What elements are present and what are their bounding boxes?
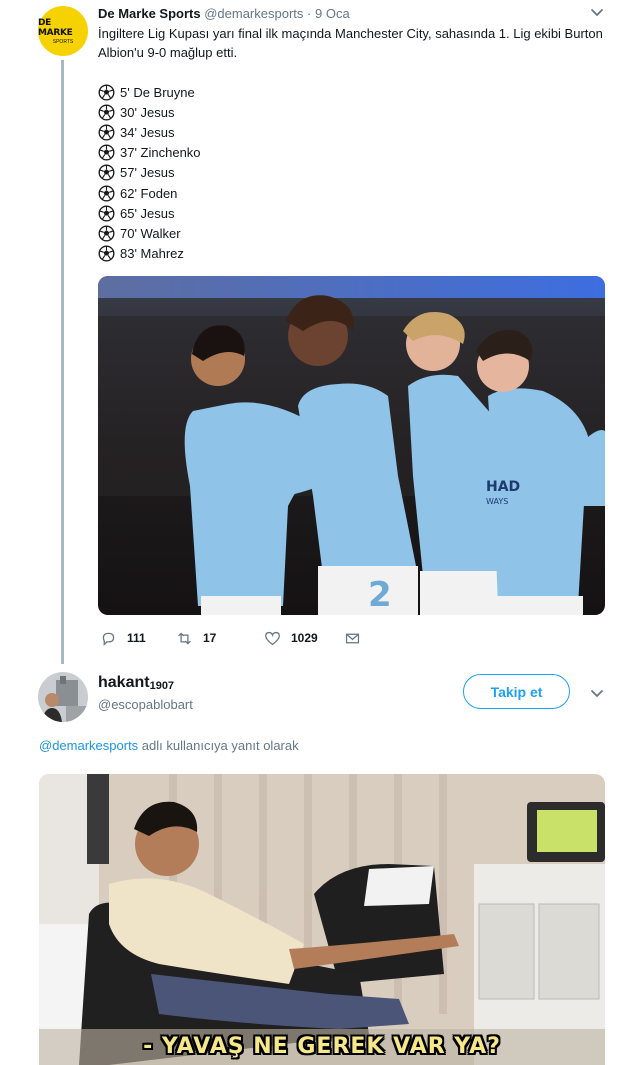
retweet-action[interactable]: 17	[176, 630, 264, 647]
tweet: DE MARKE SPORTS De Marke Sports @demarke…	[0, 0, 635, 664]
heart-icon	[265, 631, 280, 645]
goal-item: 70' Walker	[98, 223, 201, 243]
soccer-ball-icon	[98, 205, 115, 222]
header-separator: ·	[307, 6, 312, 21]
like-action[interactable]: 1029	[264, 630, 344, 647]
soccer-ball-icon	[98, 84, 115, 101]
author-avatar[interactable]: DE MARKE SPORTS	[38, 6, 88, 56]
goal-text: 65' Jesus	[120, 205, 175, 221]
jersey-sponsor-text: HAD	[486, 479, 520, 495]
soccer-ball-icon	[98, 245, 115, 262]
tweet-date[interactable]: 9 Oca	[315, 6, 350, 21]
chevron-down-icon[interactable]	[590, 8, 604, 18]
goal-item: 83' Mahrez	[98, 244, 201, 264]
goal-item: 65' Jesus	[98, 203, 201, 223]
goal-text: 30' Jesus	[120, 104, 175, 120]
reply-author-name[interactable]: hakant1907	[98, 674, 174, 692]
reply-author-handle[interactable]: @escopablobart	[98, 697, 193, 712]
message-action[interactable]	[344, 630, 371, 647]
thread-connector-line	[61, 60, 64, 664]
goal-text: 57' Jesus	[120, 165, 175, 181]
soccer-ball-icon	[98, 124, 115, 141]
goal-list: 5' De Bruyne 30' Jesus 34' Jesus 37' Zinche…	[98, 82, 201, 264]
follow-button[interactable]: Takip et	[463, 674, 570, 709]
barber-shop-meme-image	[39, 774, 605, 1065]
goal-item: 57' Jesus	[98, 163, 201, 183]
goal-text: 62' Foden	[120, 185, 178, 201]
replying-to-text: adlı kullanıcıya yanıt olarak	[138, 738, 299, 753]
goal-text: 70' Walker	[120, 225, 181, 241]
goal-text: 37' Zinchenko	[120, 145, 201, 161]
meme-caption: - YAVAŞ NE GEREK VAR YA?	[143, 1034, 501, 1059]
goal-text: 5' De Bruyne	[120, 84, 195, 100]
goal-item: 5' De Bruyne	[98, 82, 201, 102]
players-celebration-image: 2 HAD WAYS	[98, 276, 605, 615]
avatar-logo-text: DE MARKE	[38, 17, 73, 38]
reply-icon	[102, 632, 115, 646]
avatar-photo	[38, 672, 88, 722]
reply-author-name-text: hakant	[98, 674, 150, 691]
replying-to: @demarkesports adlı kullanıcıya yanıt ol…	[39, 738, 299, 753]
tweet-photo[interactable]: 2 HAD WAYS	[98, 276, 605, 615]
author-handle[interactable]: @demarkesports	[204, 6, 303, 21]
retweet-count: 17	[203, 631, 217, 645]
tweet-actions: 111 17 1029	[100, 628, 371, 648]
soccer-ball-icon	[98, 185, 115, 202]
goal-item: 62' Foden	[98, 183, 201, 203]
author-name[interactable]: De Marke Sports	[98, 6, 201, 21]
avatar-logo-subtext: SPORTS	[52, 38, 74, 45]
tweet-header: De Marke Sports @demarkesports · 9 Oca	[98, 6, 350, 21]
chevron-down-icon[interactable]	[590, 689, 604, 699]
goal-item: 34' Jesus	[98, 122, 201, 142]
soccer-ball-icon	[98, 225, 115, 242]
goal-item: 37' Zinchenko	[98, 143, 201, 163]
envelope-icon	[345, 633, 360, 643]
soccer-ball-icon	[98, 104, 115, 121]
jersey-number: 2	[368, 575, 392, 615]
soccer-ball-icon	[98, 144, 115, 161]
reply-author-name-suffix: 1907	[149, 680, 175, 692]
like-count: 1029	[291, 631, 318, 645]
tweet-text: İngiltere Lig Kupası yarı final ilk maçı…	[98, 26, 603, 60]
reply-author-avatar[interactable]	[38, 672, 88, 722]
goal-text: 34' Jesus	[120, 124, 175, 140]
jersey-sponsor-subtext: WAYS	[486, 497, 508, 506]
reply-photo[interactable]: - YAVAŞ NE GEREK VAR YA?	[39, 774, 605, 1065]
retweet-icon	[178, 631, 191, 645]
reply-action[interactable]: 111	[100, 630, 176, 647]
replying-to-link[interactable]: @demarkesports	[39, 738, 138, 753]
goal-text: 83' Mahrez	[120, 246, 184, 262]
goal-item: 30' Jesus	[98, 102, 201, 122]
reply-count: 111	[127, 631, 146, 645]
soccer-ball-icon	[98, 164, 115, 181]
